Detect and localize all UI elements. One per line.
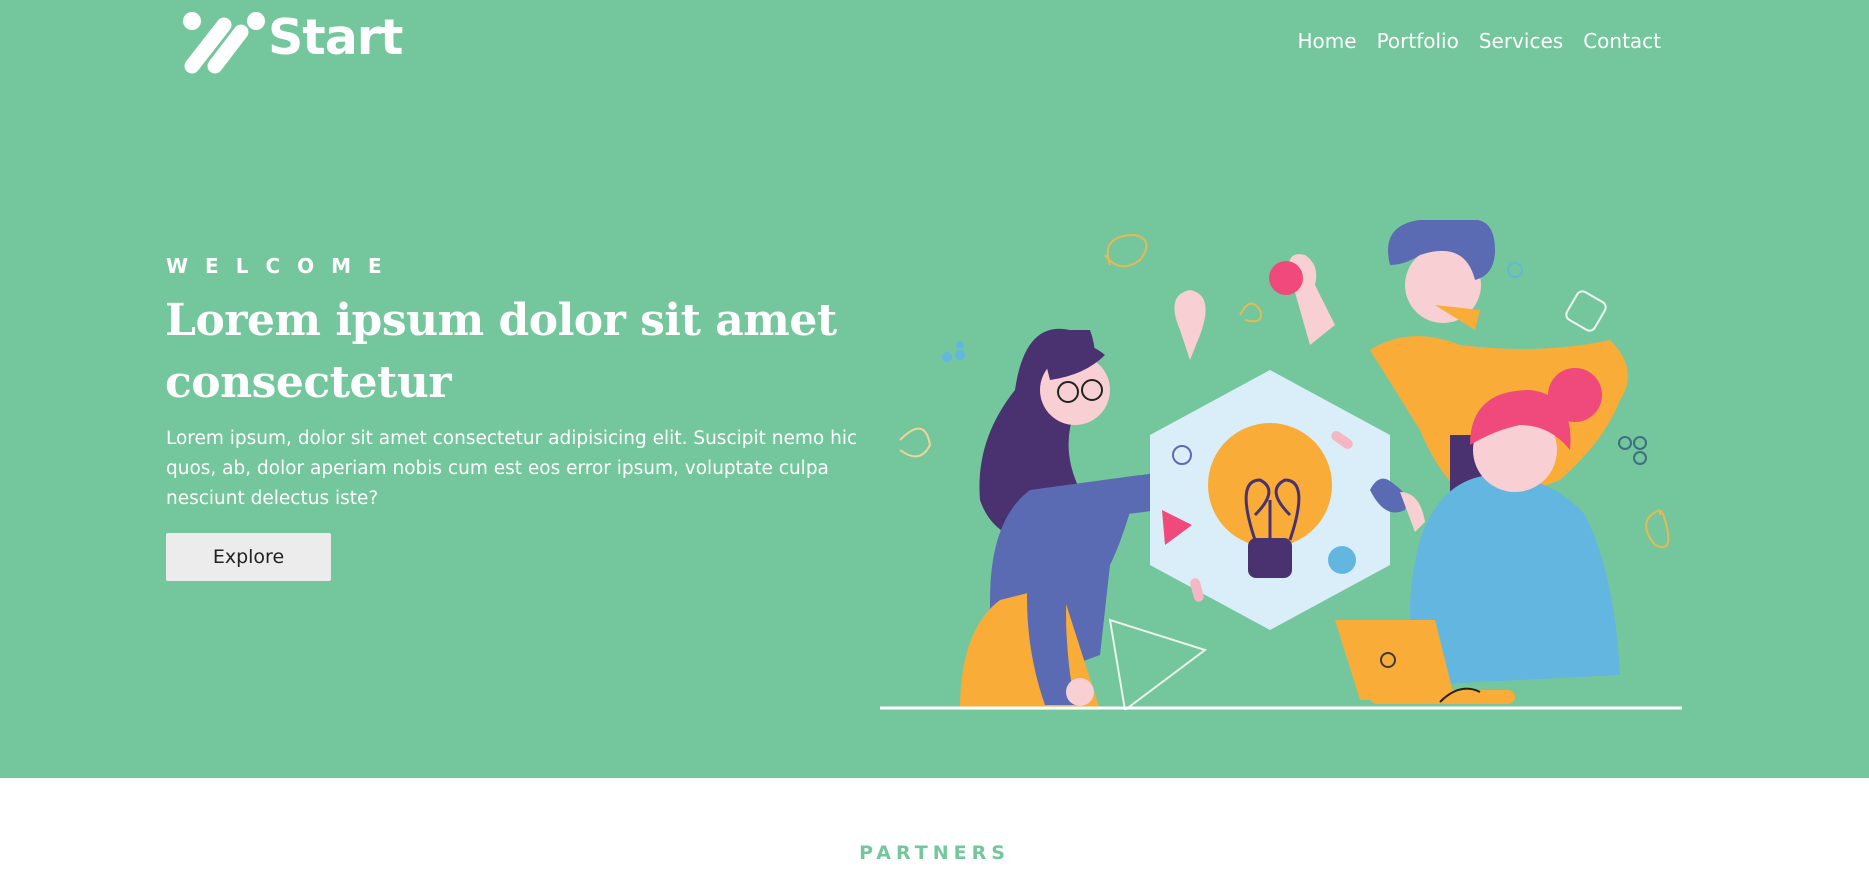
explore-button[interactable]: Explore xyxy=(166,533,331,581)
hero-section: Start Home Portfolio Services Contact WE… xyxy=(0,0,1869,778)
brand-logo[interactable]: Start xyxy=(178,8,403,80)
brand-name: Start xyxy=(268,9,403,66)
hero-headline: Lorem ipsum dolor sit amet consectetur xyxy=(165,295,837,408)
logo-mark-icon xyxy=(178,8,270,80)
hero-lead-text: Lorem ipsum, dolor sit amet consectetur … xyxy=(166,428,858,509)
nav-portfolio-link[interactable]: Portfolio xyxy=(1377,28,1459,54)
nav-contact-link[interactable]: Contact xyxy=(1583,28,1661,54)
main-nav: Home Portfolio Services Contact xyxy=(1278,28,1662,54)
nav-services-link[interactable]: Services xyxy=(1479,28,1563,54)
hero-eyebrow: WELCOME xyxy=(166,254,399,278)
team-idea-illustration xyxy=(870,212,1690,712)
partners-heading: PARTNERS xyxy=(859,842,1010,864)
nav-home-link[interactable]: Home xyxy=(1298,28,1357,54)
